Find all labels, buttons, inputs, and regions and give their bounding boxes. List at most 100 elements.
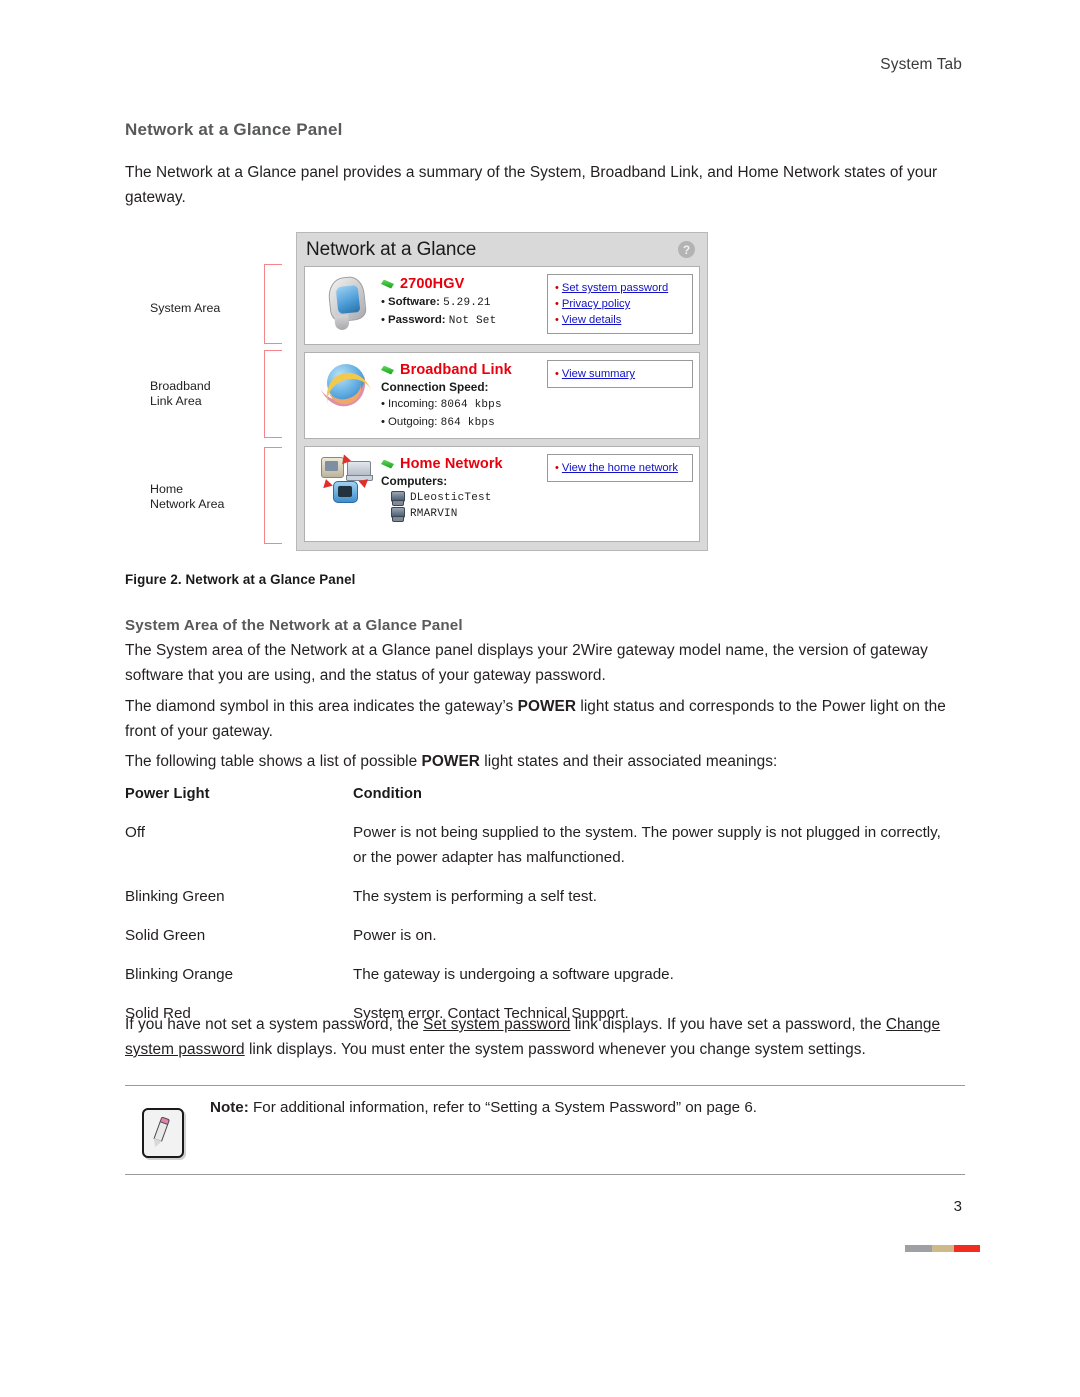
- outgoing-label: Outgoing:: [388, 415, 438, 428]
- set-system-password-link[interactable]: Set system password: [562, 282, 668, 294]
- paragraph-5-part3: link displays. You must enter the system…: [244, 1041, 866, 1058]
- home-network-status-diamond-icon: [381, 459, 394, 469]
- link-item[interactable]: • View summary: [555, 366, 687, 382]
- broadband-row-main: Broadband Link Connection Speed: • Incomi…: [379, 359, 547, 432]
- broadband-detail-outgoing: • Outgoing: 864 kbps: [381, 414, 547, 432]
- cell-power-light: Off: [125, 824, 145, 841]
- monitor-icon: [390, 491, 405, 506]
- home-network-icon: [313, 453, 379, 535]
- table-row: Blinking Green The system is performing …: [125, 884, 955, 923]
- note-bottom-divider: [125, 1174, 965, 1175]
- bullet-dot-icon: •: [381, 415, 385, 428]
- bracket-system-area: [264, 264, 282, 344]
- cell-power-light: Solid Green: [125, 927, 206, 944]
- figure-network-at-a-glance: System Area Broadband Link Area Home Net…: [150, 232, 730, 562]
- bullet-dot-icon: •: [381, 313, 385, 326]
- column-header-condition: Condition: [353, 786, 422, 802]
- privacy-policy-link[interactable]: Privacy policy: [562, 298, 630, 310]
- home-network-heading: Home Network: [400, 456, 503, 472]
- callout-broadband-line1: Broadband: [150, 379, 211, 393]
- table-header-row: Power Light Condition: [125, 786, 955, 820]
- page-title: Network at a Glance Panel: [125, 120, 343, 139]
- system-row-main: 2700HGV • Software: 5.29.21 • Password: No…: [379, 273, 547, 338]
- incoming-value: 8064 kbps: [440, 399, 502, 411]
- link-item[interactable]: • View details: [555, 312, 687, 328]
- pencil-note-icon: [142, 1108, 184, 1158]
- callout-system-area-label: System Area: [150, 301, 221, 315]
- bullet-dot-icon: •: [555, 298, 559, 310]
- note-text: Note: For additional information, refer …: [210, 1096, 965, 1119]
- cell-condition: The system is performing a self test.: [353, 888, 597, 905]
- footer-bar-segment-tan: [932, 1245, 954, 1252]
- list-item: DLeosticTest: [390, 491, 547, 506]
- cell-condition: Power is not being supplied to the syste…: [353, 824, 941, 866]
- connection-speed-label: Connection Speed:: [381, 380, 489, 394]
- table-row: Solid Green Power is on.: [125, 923, 955, 962]
- bullet-dot-icon: •: [555, 314, 559, 326]
- cell-power-light: Blinking Green: [125, 888, 225, 905]
- page-number: 3: [953, 1198, 962, 1215]
- incoming-label: Incoming:: [388, 398, 438, 410]
- view-summary-link[interactable]: View summary: [562, 368, 635, 380]
- set-system-password-reference: Set system password: [423, 1016, 571, 1033]
- bullet-dot-icon: •: [381, 296, 385, 308]
- paragraph-3-part1: The diamond symbol in this area indicate…: [125, 698, 518, 715]
- link-item[interactable]: • View the home network: [555, 460, 687, 476]
- bullet-dot-icon: •: [555, 462, 559, 474]
- callout-system-area: System Area: [150, 301, 265, 316]
- outgoing-value: 864 kbps: [440, 416, 495, 429]
- intro-paragraph: The Network at a Glance panel provides a…: [125, 164, 938, 206]
- computers-label: Computers:: [381, 474, 448, 488]
- view-the-home-network-link[interactable]: View the home network: [562, 462, 678, 474]
- sub-section-title: System Area of the Network at a Glance P…: [125, 617, 463, 634]
- system-detail-password: • Password: Not Set: [381, 312, 547, 330]
- panel-row-home-network: Home Network Computers: DLeosticTest RMA…: [304, 446, 700, 542]
- note-label: Note:: [210, 1099, 249, 1116]
- footer-color-bar: [905, 1245, 980, 1252]
- link-item[interactable]: • Privacy policy: [555, 296, 687, 312]
- paragraph-diamond-symbol: The diamond symbol in this area indicate…: [125, 694, 955, 744]
- bullet-dot-icon: •: [555, 368, 559, 380]
- link-item[interactable]: • Set system password: [555, 280, 687, 296]
- computer-name: RMARVIN: [410, 507, 458, 520]
- system-software-value: 5.29.21: [443, 297, 491, 309]
- paragraph-4-power-bold: POWER: [421, 753, 480, 770]
- cell-condition: The gateway is undergoing a software upg…: [353, 966, 674, 983]
- broadband-links-box: • View summary: [547, 360, 693, 388]
- footer-bar-segment-gray: [905, 1245, 932, 1252]
- panel-title: Network at a Glance: [306, 238, 477, 260]
- table-row: Blinking Orange The gateway is undergoin…: [125, 962, 955, 1001]
- bullet-dot-icon: •: [381, 398, 385, 410]
- paragraph-3-power-bold: POWER: [517, 698, 577, 715]
- paragraph-5-part2: link displays. If you have set a passwor…: [570, 1016, 886, 1033]
- paragraph-4-part1: The following table shows a list of poss…: [125, 753, 422, 770]
- bullet-dot-icon: •: [555, 282, 559, 294]
- callout-broadband-link-area: Broadband Link Area: [150, 379, 265, 409]
- system-model-heading: 2700HGV: [400, 276, 465, 292]
- computer-name: DLeosticTest: [410, 491, 492, 504]
- callout-home-line1: Home: [150, 482, 184, 496]
- panel-row-broadband-link: Broadband Link Connection Speed: • Incomi…: [304, 352, 700, 439]
- note-message: For additional information, refer to “Se…: [248, 1099, 758, 1116]
- running-head: System Tab: [880, 56, 962, 73]
- view-details-link[interactable]: View details: [562, 314, 622, 326]
- system-password-label: Password:: [388, 313, 446, 326]
- power-light-table: Power Light Condition Off Power is not b…: [125, 786, 955, 1040]
- system-links-box: • Set system password • Privacy policy • Vi…: [547, 274, 693, 334]
- panel-row-system: 2700HGV • Software: 5.29.21 • Password: No…: [304, 266, 700, 345]
- system-password-value: Not Set: [448, 314, 497, 327]
- paragraph-password-links: If you have not set a system password, t…: [125, 1012, 965, 1062]
- callout-home-line2: Network Area: [150, 497, 225, 511]
- power-status-diamond-icon: [381, 279, 394, 289]
- panel-header: Network at a Glance ?: [304, 233, 700, 266]
- broadband-link-heading: Broadband Link: [400, 362, 512, 378]
- monitor-icon: [390, 507, 405, 522]
- note-block: Note: For additional information, refer …: [125, 1085, 965, 1175]
- paragraph-system-area: The System area of the Network at a Glan…: [125, 642, 928, 684]
- column-header-power-light: Power Light: [125, 786, 210, 802]
- home-network-links-box: • View the home network: [547, 454, 693, 482]
- help-icon[interactable]: ?: [678, 241, 695, 258]
- paragraph-5-part1: If you have not set a system password, t…: [125, 1016, 424, 1033]
- globe-icon: [313, 359, 379, 432]
- network-at-a-glance-panel: Network at a Glance ? 2700HGV • Software…: [296, 232, 708, 551]
